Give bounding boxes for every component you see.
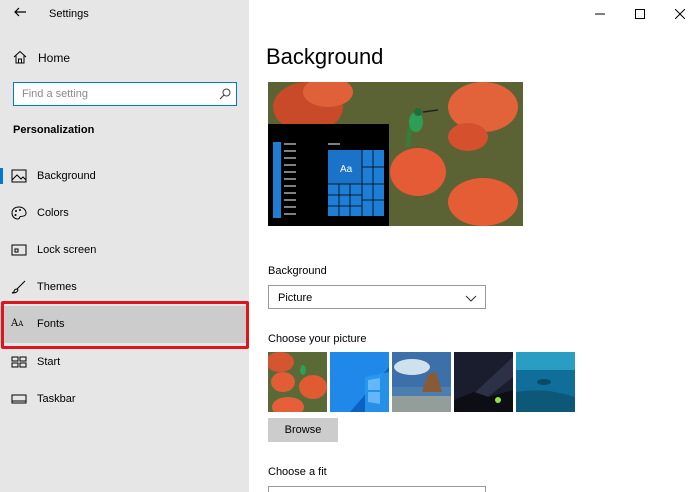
sidebar-item-background[interactable]: Background [0,158,249,195]
sidebar-item-label: Background [37,170,96,182]
browse-button[interactable]: Browse [268,418,338,442]
home-label: Home [38,51,71,65]
home-nav-item[interactable]: Home [0,46,249,70]
maximize-button[interactable] [620,0,660,28]
sidebar-item-lock-screen[interactable]: Lock screen [0,232,249,269]
lock-screen-icon [11,244,27,256]
thumbnail-underwater[interactable] [516,352,575,412]
sidebar-item-themes[interactable]: Themes [0,269,249,306]
thumbnail-flowers[interactable] [268,352,327,412]
sidebar-item-taskbar[interactable]: Taskbar [0,381,249,418]
sidebar-item-colors[interactable]: Colors [0,195,249,232]
close-icon [675,9,685,19]
section-title: Personalization [13,124,95,136]
search-box[interactable] [13,82,237,106]
sidebar-item-label: Taskbar [37,393,76,405]
preview-image [268,82,523,226]
close-button[interactable] [660,0,700,28]
home-icon [13,50,27,64]
start-icon [11,356,27,368]
picture-icon [11,169,27,183]
chevron-down-icon [465,295,477,302]
search-icon[interactable] [219,88,231,100]
minimize-icon [595,13,605,15]
background-preview: Aa [268,82,523,226]
sidebar-item-label: Fonts [37,318,65,330]
dropdown-value: Picture [278,292,313,304]
app-title: Settings [49,8,89,20]
window-controls [580,0,700,28]
main-panel: Background Aa Background Picture Choose … [249,0,700,492]
sidebar-item-label: Start [37,356,61,368]
background-dropdown[interactable]: Picture [268,285,486,309]
choose-picture-label: Choose your picture [268,333,367,345]
thumbnail-night-sky[interactable] [454,352,513,412]
minimize-button[interactable] [580,0,620,28]
sidebar-item-label: Lock screen [37,244,97,256]
thumbnail-windows-blue[interactable] [330,352,389,412]
palette-icon [11,206,27,220]
taskbar-icon [11,394,27,404]
title-bar: Settings [0,0,249,30]
back-arrow-icon[interactable] [12,4,28,20]
sidebar-item-start[interactable]: Start [0,344,249,381]
preview-tile-text: Aa [340,164,353,175]
maximize-icon [635,9,645,19]
fit-dropdown[interactable] [268,486,486,492]
sidebar-item-label: Themes [37,281,77,293]
background-label: Background [268,265,327,277]
brush-icon [11,280,26,294]
page-title: Background [266,44,384,69]
choose-fit-label: Choose a fit [268,466,327,478]
sidebar-item-label: Colors [37,207,69,219]
search-input[interactable] [14,83,204,105]
sidebar-item-fonts[interactable]: AA Fonts [0,306,249,343]
sidebar: Settings Home Personalization Background… [0,0,249,492]
picture-thumbnails [268,352,575,412]
fonts-icon: AA [11,318,24,329]
thumbnail-beach[interactable] [392,352,451,412]
